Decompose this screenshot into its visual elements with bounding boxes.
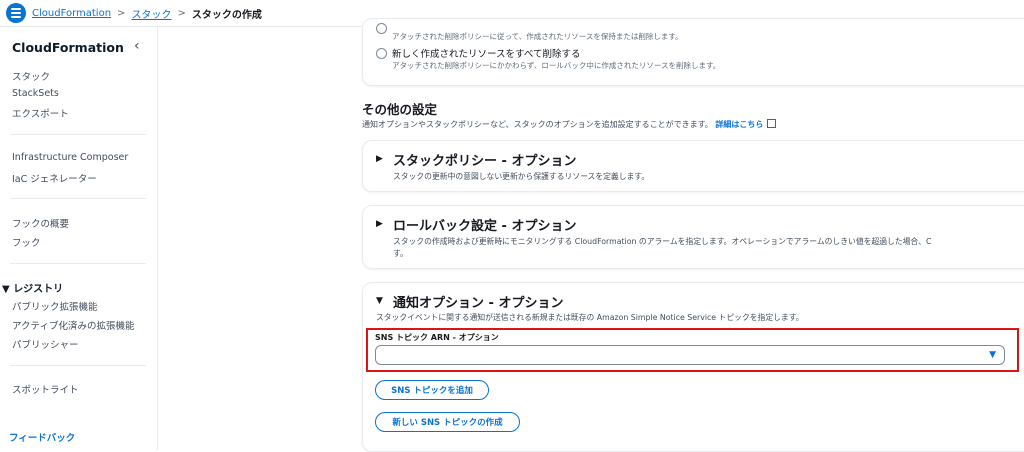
caret-down-icon: ▼ [2, 284, 10, 295]
caret-down-icon: ▼ [989, 350, 996, 360]
sidebar-group-registry[interactable]: ▼ レジストリ [2, 280, 63, 295]
other-settings-text: 通知オプションやスタックポリシーなど、スタックのオプションを追加設定することがで… [362, 120, 713, 129]
rollback-title[interactable]: ロールバック設定 - オプション [393, 215, 576, 234]
rollback-desc-cont: す。 [393, 249, 408, 258]
deletion-options-card: アタッチされた削除ポリシーに従って、作成されたリソースを保持または削除します。 … [362, 18, 1024, 86]
stack-policy-title[interactable]: スタックポリシー - オプション [393, 150, 576, 169]
sns-topic-arn-select[interactable]: ▼ [375, 345, 1005, 365]
option-delete-all-label[interactable]: 新しく作成されたリソースをすべて削除する [392, 46, 580, 60]
sidebar-item-exports[interactable]: エクスポート [12, 106, 69, 120]
sidebar-item-iac-generator[interactable]: IaC ジェネレーター [12, 171, 97, 185]
other-settings-desc: 通知オプションやスタックポリシーなど、スタックのオプションを追加設定することがで… [362, 118, 777, 130]
external-link-icon [767, 119, 777, 128]
sidebar-item-public-extensions[interactable]: パブリック拡張機能 [12, 299, 98, 313]
breadcrumb-stacks[interactable]: スタック [131, 6, 171, 21]
sidebar-divider [10, 365, 146, 366]
sidebar-item-hooks-overview[interactable]: フックの概要 [12, 216, 69, 230]
sidebar-divider [10, 134, 146, 135]
sidebar: CloudFormation ‹ スタック StackSets エクスポート I… [0, 27, 158, 450]
rollback-desc: スタックの作成時および更新時にモニタリングする CloudFormation の… [393, 237, 932, 246]
sidebar-item-infrastructure-composer[interactable]: Infrastructure Composer [12, 152, 128, 163]
sns-topic-arn-label: SNS トピック ARN - オプション [375, 333, 499, 342]
other-settings-title: その他の設定 [362, 102, 438, 117]
create-sns-topic-button[interactable]: 新しい SNS トピックの作成 [375, 412, 520, 432]
sidebar-item-stacksets[interactable]: StackSets [12, 88, 59, 99]
sidebar-item-spotlight[interactable]: スポットライト [12, 382, 79, 396]
caret-right-icon[interactable]: ▶ [376, 219, 383, 229]
option-keep-desc: アタッチされた削除ポリシーに従って、作成されたリソースを保持または削除します。 [392, 32, 683, 41]
feedback-link[interactable]: フィードバック [9, 430, 75, 444]
caret-down-icon[interactable]: ▼ [376, 296, 383, 306]
stack-policy-desc: スタックの更新中の意図しない更新から保護するリソースを定義します。 [393, 172, 650, 181]
breadcrumb-current: スタックの作成 [191, 10, 262, 21]
sidebar-item-hooks[interactable]: フック [12, 235, 41, 249]
notification-title[interactable]: 通知オプション - オプション [393, 292, 563, 311]
sidebar-item-publishers[interactable]: パブリッシャー [12, 337, 79, 351]
option-delete-all-desc: アタッチされた削除ポリシーにかかわらず、ロールバック中に作成されたリソースを削除… [392, 61, 721, 70]
caret-right-icon[interactable]: ▶ [376, 154, 383, 164]
chevron-right-icon: > [117, 8, 126, 19]
sidebar-item-activated-extensions[interactable]: アクティブ化済みの拡張機能 [12, 318, 134, 332]
breadcrumb: CloudFormation > スタック > スタックの作成 [32, 6, 262, 21]
sidebar-divider [10, 263, 146, 264]
chevron-right-icon: > [177, 8, 186, 19]
radio-keep-resources[interactable] [376, 23, 387, 34]
stack-policy-section: ▶ スタックポリシー - オプション スタックの更新中の意図しない更新から保護す… [362, 140, 1024, 192]
radio-delete-all-resources[interactable] [376, 48, 387, 59]
learn-more-link[interactable]: 詳細はこちら [715, 120, 763, 129]
sidebar-group-label: レジストリ [13, 284, 64, 295]
add-sns-topic-button[interactable]: SNS トピックを追加 [375, 380, 489, 400]
sidebar-item-stacks[interactable]: スタック [12, 69, 50, 83]
sidebar-title[interactable]: CloudFormation [12, 40, 124, 55]
breadcrumb-cloudformation[interactable]: CloudFormation [32, 8, 111, 19]
sidebar-divider [10, 198, 146, 199]
close-sidebar-icon[interactable]: ‹ [134, 38, 140, 54]
rollback-section: ▶ ロールバック設定 - オプション スタックの作成時および更新時にモニタリング… [362, 205, 1024, 269]
menu-icon[interactable] [6, 3, 26, 23]
notification-desc: スタックイベントに関する通知が送信される新規または既存の Amazon Simp… [376, 313, 804, 322]
